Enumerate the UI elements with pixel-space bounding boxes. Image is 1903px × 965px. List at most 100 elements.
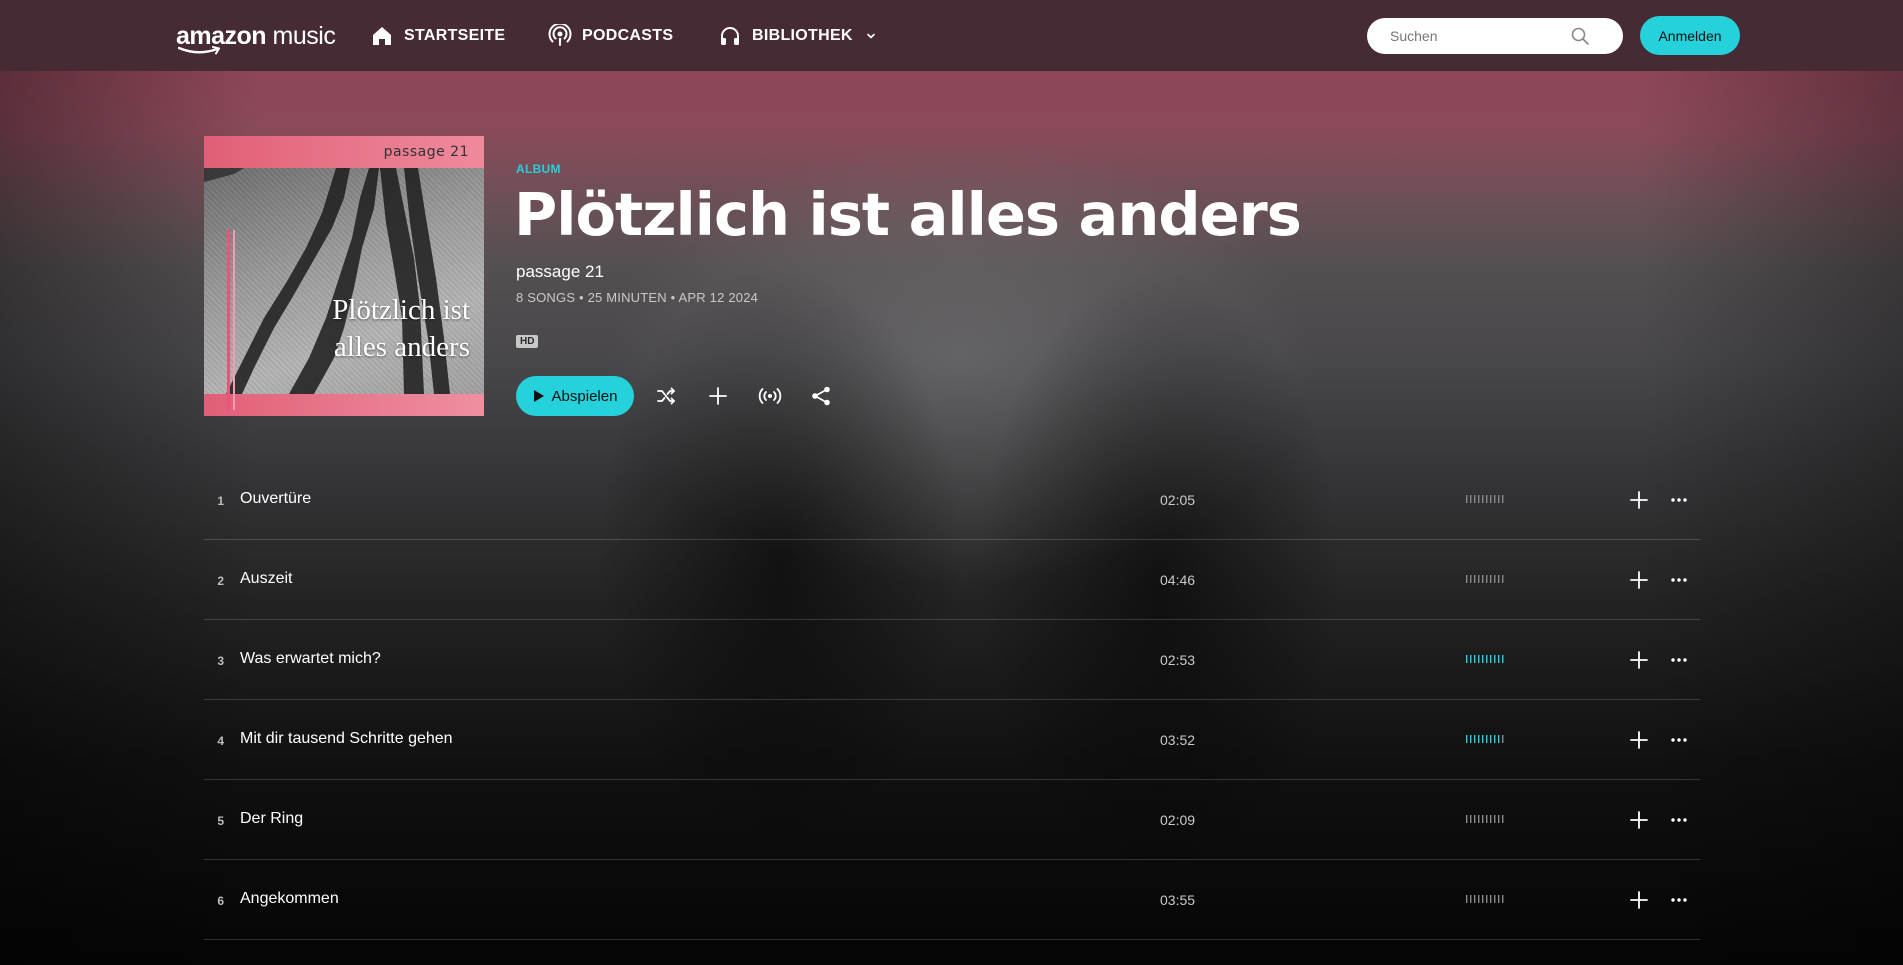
track-number: 6 xyxy=(217,894,224,908)
track-title[interactable]: Angekommen xyxy=(240,890,339,908)
more-options-icon xyxy=(1671,578,1687,582)
nav-item-podcasts[interactable]: PODCASTS xyxy=(548,23,673,49)
track-title[interactable]: Mit dir tausend Schritte gehen xyxy=(240,730,453,748)
track-add-button[interactable] xyxy=(1627,568,1651,592)
track-more-button[interactable] xyxy=(1667,648,1691,672)
popularity-tick xyxy=(1482,895,1484,903)
plus-icon xyxy=(1630,731,1648,749)
popularity-tick xyxy=(1490,575,1492,583)
track-number: 1 xyxy=(217,494,224,508)
popularity-tick xyxy=(1478,735,1480,743)
track-popularity-meter xyxy=(1466,815,1504,823)
track-duration: 03:55 xyxy=(1160,892,1196,908)
popularity-tick xyxy=(1486,815,1488,823)
album-type-label: ALBUM xyxy=(516,162,561,176)
track-more-button[interactable] xyxy=(1667,728,1691,752)
popularity-tick xyxy=(1474,895,1476,903)
play-icon xyxy=(533,390,544,402)
popularity-tick xyxy=(1494,495,1496,503)
search-box[interactable] xyxy=(1367,18,1623,54)
album-meta: 8 SONGS • 25 MINUTEN • APR 12 2024 xyxy=(516,290,759,305)
track-more-button[interactable] xyxy=(1667,808,1691,832)
track-row[interactable]: 1 Ouvertüre 02:05 xyxy=(204,460,1700,540)
popularity-tick xyxy=(1494,655,1496,663)
popularity-tick xyxy=(1486,575,1488,583)
logo-text-music: music xyxy=(266,22,336,50)
track-title[interactable]: Ouvertüre xyxy=(240,490,311,508)
popularity-tick xyxy=(1478,815,1480,823)
nav-item-library[interactable]: BIBLIOTHEK xyxy=(718,23,877,49)
popularity-tick xyxy=(1502,735,1504,743)
more-options-icon xyxy=(1671,498,1687,502)
popularity-tick xyxy=(1474,815,1476,823)
popularity-tick xyxy=(1498,655,1500,663)
popularity-tick xyxy=(1478,895,1480,903)
broadcast-icon xyxy=(758,388,782,404)
track-title[interactable]: Was erwartet mich? xyxy=(240,650,381,668)
popularity-tick xyxy=(1470,895,1472,903)
track-more-button[interactable] xyxy=(1667,888,1691,912)
popularity-tick xyxy=(1486,655,1488,663)
track-row[interactable]: 4 Mit dir tausend Schritte gehen 03:52 xyxy=(204,700,1700,780)
more-options-icon xyxy=(1671,898,1687,902)
amazon-smile-icon xyxy=(178,46,220,55)
home-icon xyxy=(373,27,391,45)
track-add-button[interactable] xyxy=(1627,728,1651,752)
popularity-tick xyxy=(1486,495,1488,503)
popularity-tick xyxy=(1502,655,1504,663)
popularity-tick xyxy=(1482,815,1484,823)
track-title[interactable]: Auszeit xyxy=(240,570,292,588)
cover-title: Plötzlich ist alles anders xyxy=(332,292,470,366)
track-more-button[interactable] xyxy=(1667,488,1691,512)
track-row[interactable]: 3 Was erwartet mich? 02:53 xyxy=(204,620,1700,700)
popularity-tick xyxy=(1486,895,1488,903)
cover-stripe xyxy=(227,230,230,410)
popularity-tick xyxy=(1498,735,1500,743)
track-title[interactable]: Der Ring xyxy=(240,810,303,828)
plus-icon xyxy=(1630,891,1648,909)
album-artist-link[interactable]: passage 21 xyxy=(516,262,604,282)
popularity-tick xyxy=(1490,735,1492,743)
track-add-button[interactable] xyxy=(1627,808,1651,832)
track-list: 1 Ouvertüre 02:05 2 Auszeit 04:46 3 Was erwarte… xyxy=(204,460,1700,940)
popularity-tick xyxy=(1494,735,1496,743)
popularity-tick xyxy=(1490,495,1492,503)
track-add-button[interactable] xyxy=(1627,888,1651,912)
popularity-tick xyxy=(1466,495,1468,503)
plus-icon xyxy=(1630,811,1648,829)
popularity-tick xyxy=(1474,575,1476,583)
nav-item-home[interactable]: STARTSEITE xyxy=(370,23,505,49)
play-button[interactable]: Abspielen xyxy=(516,376,634,416)
track-duration: 02:53 xyxy=(1160,652,1196,668)
track-add-button[interactable] xyxy=(1627,488,1651,512)
share-button[interactable] xyxy=(809,384,833,408)
popularity-tick xyxy=(1466,815,1468,823)
nav-label-podcasts: PODCASTS xyxy=(582,27,674,44)
track-number: 5 xyxy=(217,814,224,828)
shuffle-button[interactable] xyxy=(654,384,678,408)
popularity-tick xyxy=(1478,575,1480,583)
track-more-button[interactable] xyxy=(1667,568,1691,592)
popularity-tick xyxy=(1474,495,1476,503)
search-icon[interactable] xyxy=(1570,26,1590,46)
popularity-tick xyxy=(1482,655,1484,663)
popularity-tick xyxy=(1470,815,1472,823)
track-number: 3 xyxy=(217,654,224,668)
popularity-tick xyxy=(1466,655,1468,663)
plus-icon xyxy=(1630,651,1648,669)
track-add-button[interactable] xyxy=(1627,648,1651,672)
cover-stripe xyxy=(233,230,235,410)
podcast-icon xyxy=(548,24,572,46)
track-row[interactable]: 6 Angekommen 03:55 xyxy=(204,860,1700,940)
track-row[interactable]: 2 Auszeit 04:46 xyxy=(204,540,1700,620)
track-row[interactable]: 5 Der Ring 02:09 xyxy=(204,780,1700,860)
search-input[interactable] xyxy=(1390,27,1570,45)
signin-button[interactable]: Anmelden xyxy=(1640,16,1740,55)
cover-artist-label: passage 21 xyxy=(383,144,469,160)
add-to-playlist-button[interactable] xyxy=(706,384,730,408)
popularity-tick xyxy=(1466,735,1468,743)
broadcast-button[interactable] xyxy=(758,384,782,408)
popularity-tick xyxy=(1490,895,1492,903)
track-popularity-meter xyxy=(1466,735,1504,743)
track-popularity-meter xyxy=(1466,495,1504,503)
